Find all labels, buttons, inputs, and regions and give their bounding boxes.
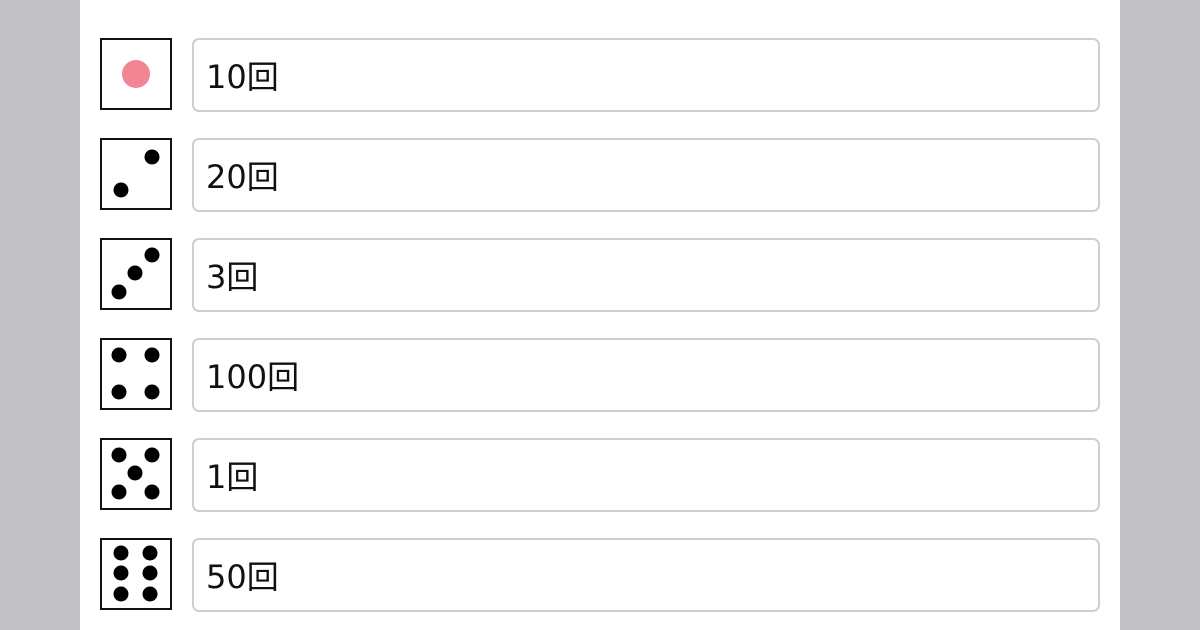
- die-pip: [111, 284, 127, 300]
- count-input-face-6[interactable]: [192, 538, 1100, 612]
- die-face-4-icon: [100, 338, 172, 410]
- dice-row-2: [100, 138, 1100, 212]
- dice-row-6: [100, 538, 1100, 612]
- dice-row-3: [100, 238, 1100, 312]
- count-input-face-5[interactable]: [192, 438, 1100, 512]
- die-pip: [111, 384, 127, 400]
- die-pip: [113, 586, 129, 602]
- count-input-face-1[interactable]: [192, 38, 1100, 112]
- die-pip: [113, 545, 129, 561]
- die-pip: [142, 586, 158, 602]
- die-face-1-icon: [100, 38, 172, 110]
- die-pip: [144, 247, 160, 263]
- die-face-5-icon: [100, 438, 172, 510]
- count-input-face-4[interactable]: [192, 338, 1100, 412]
- die-pip: [111, 447, 127, 463]
- die-pip: [111, 484, 127, 500]
- die-face-3-icon: [100, 238, 172, 310]
- count-input-face-2[interactable]: [192, 138, 1100, 212]
- count-input-face-3[interactable]: [192, 238, 1100, 312]
- die-pip: [127, 465, 143, 481]
- die-pip: [142, 545, 158, 561]
- die-pip: [113, 182, 129, 198]
- die-face-2-icon: [100, 138, 172, 210]
- die-pip: [144, 347, 160, 363]
- dice-count-panel: [80, 0, 1120, 630]
- dice-row-1: [100, 38, 1100, 112]
- die-pip: [113, 565, 129, 581]
- die-pip: [144, 384, 160, 400]
- die-pip: [122, 60, 150, 88]
- die-pip: [144, 149, 160, 165]
- dice-row-4: [100, 338, 1100, 412]
- die-pip: [142, 565, 158, 581]
- die-face-6-icon: [100, 538, 172, 610]
- die-pip: [144, 484, 160, 500]
- die-pip: [111, 347, 127, 363]
- die-pip: [127, 265, 143, 281]
- die-pip: [144, 447, 160, 463]
- dice-row-5: [100, 438, 1100, 512]
